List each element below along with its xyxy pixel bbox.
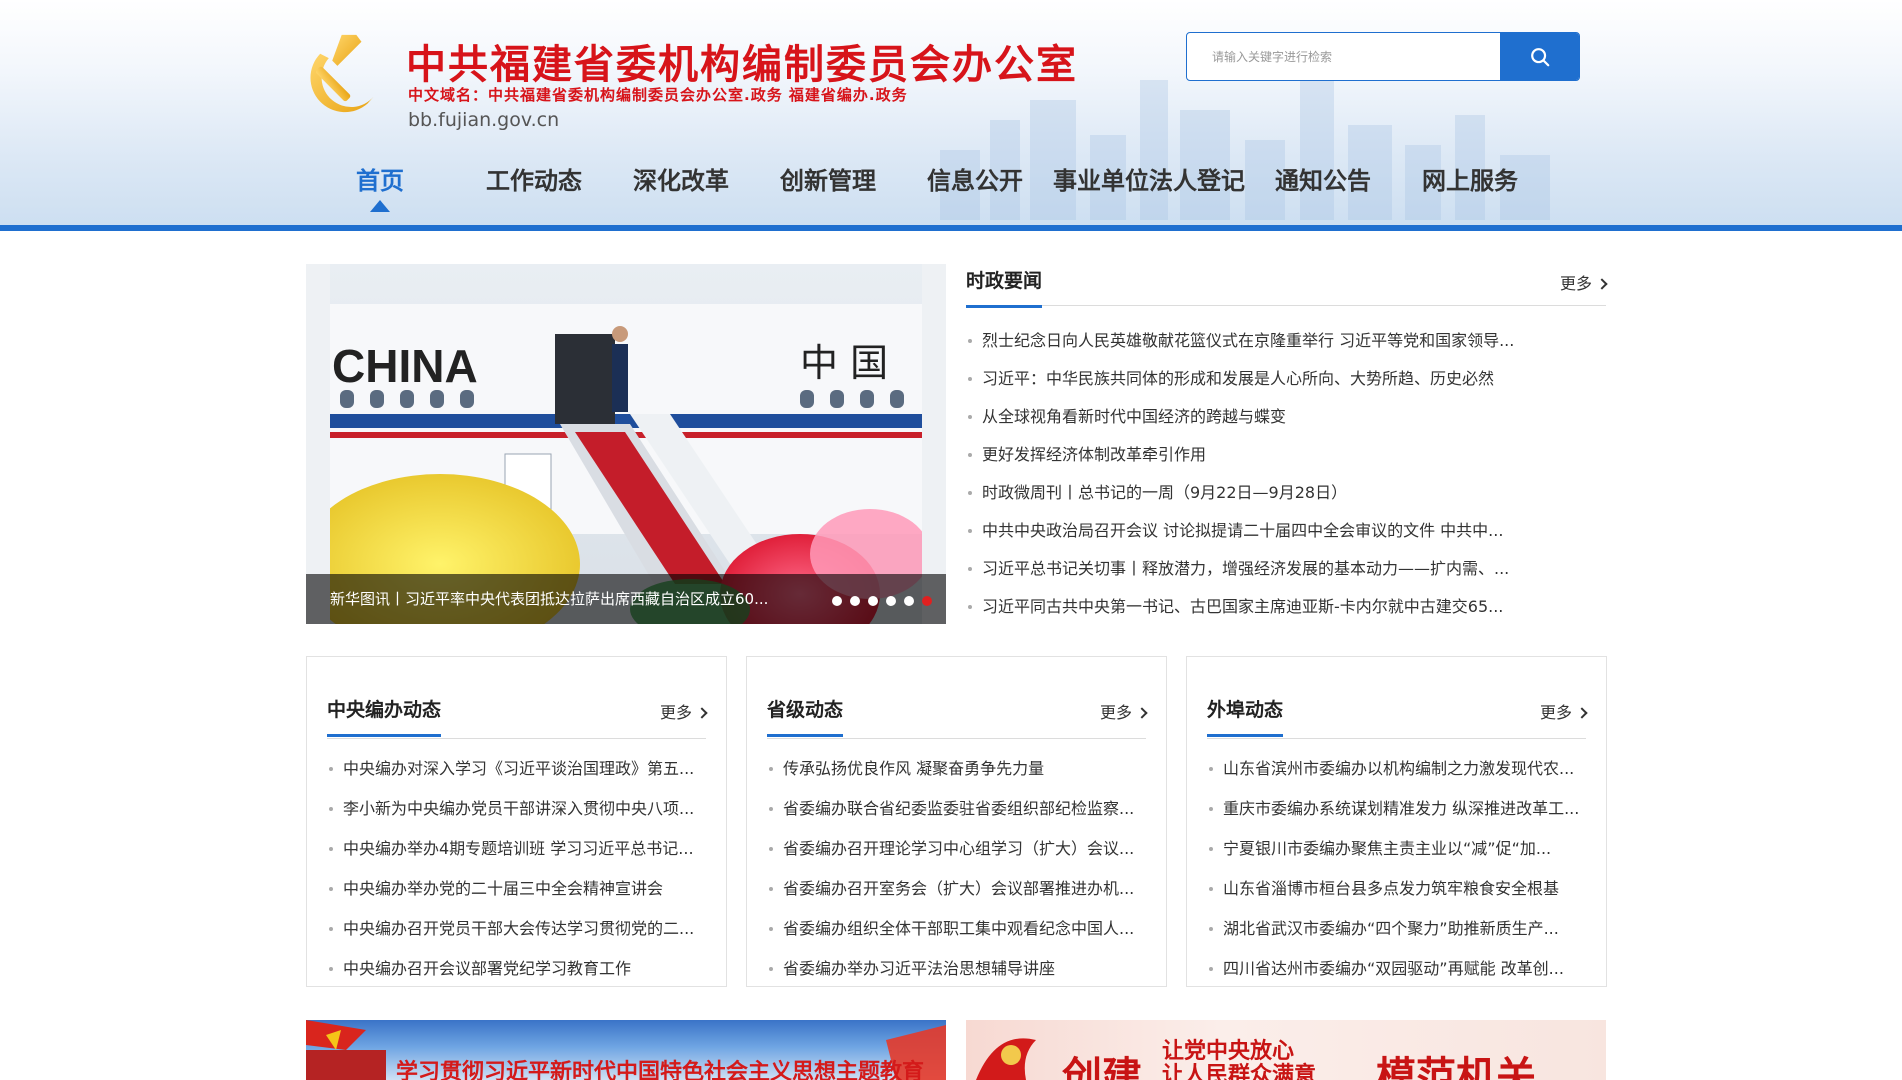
chevron-right-icon bbox=[1136, 707, 1148, 719]
list-item[interactable]: 省委编办组织全体干部职工集中观看纪念中国人... bbox=[767, 909, 1146, 949]
news-list: 烈士纪念日向人民英雄敬献花篮仪式在京隆重举行 习近平等党和国家领导... 习近平… bbox=[966, 322, 1606, 626]
panel-title[interactable]: 省级动态 bbox=[767, 695, 844, 737]
slider-dot[interactable] bbox=[832, 596, 842, 606]
slider-image[interactable]: CHINA 中 国 bbox=[330, 264, 922, 624]
banner-big-text: 创建 bbox=[1062, 1053, 1142, 1080]
more-link[interactable]: 更多 bbox=[659, 699, 708, 723]
nav-item-info-disclosure[interactable]: 信息公开 bbox=[925, 160, 1025, 202]
chevron-right-icon bbox=[1596, 278, 1608, 290]
model-organ-banner[interactable]: 创建 让党中央放心 让人民群众满意 模范机关 bbox=[966, 1020, 1606, 1080]
svg-text:中 国: 中 国 bbox=[800, 341, 888, 385]
list-item[interactable]: 习近平：中华民族共同体的形成和发展是人心所向、大势所趋、历史必然 bbox=[966, 360, 1606, 398]
more-link[interactable]: 更多 bbox=[1559, 270, 1608, 294]
politics-news-panel: 时政要闻 更多 烈士纪念日向人民英雄敬献花篮仪式在京隆重举行 习近平等党和国家领… bbox=[966, 264, 1608, 626]
panel-header: 中央编办动态 更多 bbox=[327, 677, 708, 739]
banner-small-text: 让党中央放心 让人民群众满意 bbox=[1162, 1040, 1316, 1080]
list-item[interactable]: 中央编办召开会议部署党纪学习教育工作 bbox=[327, 949, 706, 989]
airplane-photo: CHINA 中 国 bbox=[330, 264, 922, 624]
site-title[interactable]: 中共福建省委机构编制委员会办公室 bbox=[406, 32, 1078, 90]
slider-dot-active[interactable] bbox=[922, 596, 932, 606]
nav-item-legal-registration[interactable]: 事业单位法人登记 bbox=[1053, 160, 1245, 202]
list-item[interactable]: 宁夏银川市委编办聚焦主责主业以“减”促“加... bbox=[1207, 829, 1586, 869]
svg-text:CHINA: CHINA bbox=[332, 340, 478, 392]
more-label: 更多 bbox=[659, 703, 692, 722]
search-button[interactable] bbox=[1500, 33, 1579, 80]
study-campaign-banner[interactable]: 学习贯彻习近平新时代中国特色社会主义思想主题教育 bbox=[306, 1020, 946, 1080]
chinese-domain-line: 中文域名：中共福建省委机构编制委员会办公室.政务 福建省编办.政务 bbox=[408, 86, 908, 104]
slider-dots bbox=[832, 596, 932, 606]
list-item[interactable]: 传承弘扬优良作风 凝聚奋勇争先力量 bbox=[767, 749, 1146, 789]
external-news-card: 外埠动态 更多 山东省滨州市委编办以机构编制之力激发现代农... 重庆市委编办系… bbox=[1186, 656, 1607, 987]
list-item[interactable]: 习近平同古共中央第一书记、古巴国家主席迪亚斯-卡内尔就中古建交65... bbox=[966, 588, 1606, 626]
active-caret-icon bbox=[370, 200, 390, 212]
panel-header: 省级动态 更多 bbox=[767, 677, 1148, 739]
nav-item-home[interactable]: 首页 bbox=[336, 160, 424, 212]
site-header: 中共福建省委机构编制委员会办公室 中文域名：中共福建省委机构编制委员会办公室.政… bbox=[0, 0, 1902, 231]
more-link[interactable]: 更多 bbox=[1539, 699, 1588, 723]
main-nav: 首页 工作动态 深化改革 创新管理 信息公开 事业单位法人登记 通知公告 网上服… bbox=[336, 160, 1520, 212]
list-item[interactable]: 省委编办召开室务会（扩大）会议部署推进办机... bbox=[767, 869, 1146, 909]
list-item[interactable]: 中央编办举办党的二十届三中全会精神宣讲会 bbox=[327, 869, 706, 909]
list-item[interactable]: 山东省滨州市委编办以机构编制之力激发现代农... bbox=[1207, 749, 1586, 789]
slider-dot[interactable] bbox=[850, 596, 860, 606]
list-item[interactable]: 湖北省武汉市委编办“四个聚力”助推新质生产... bbox=[1207, 909, 1586, 949]
list-item[interactable]: 省委编办举办习近平法治思想辅导讲座 bbox=[767, 949, 1146, 989]
list-item[interactable]: 中共中央政治局召开会议 讨论拟提请二十届四中全会审议的文件 中共中... bbox=[966, 512, 1606, 550]
more-label: 更多 bbox=[1539, 703, 1572, 722]
banner-small-line: 让党中央放心 bbox=[1162, 1039, 1295, 1064]
news-list: 传承弘扬优良作风 凝聚奋勇争先力量 省委编办联合省纪委监委驻省委组织部纪检监察.… bbox=[767, 749, 1146, 989]
news-slider[interactable]: CHINA 中 国 新华图讯丨习近平率中央代表团抵达拉萨出席西藏自治区成立60.… bbox=[306, 264, 946, 624]
chevron-right-icon bbox=[696, 707, 708, 719]
panel-header: 时政要闻 更多 bbox=[966, 264, 1608, 308]
panel-title[interactable]: 外埠动态 bbox=[1207, 695, 1284, 737]
party-emblem-icon bbox=[310, 34, 374, 113]
search-icon bbox=[1530, 47, 1549, 66]
nav-item-innovation[interactable]: 创新管理 bbox=[778, 160, 878, 202]
nav-item-work-news[interactable]: 工作动态 bbox=[484, 160, 584, 202]
search-input[interactable] bbox=[1187, 33, 1500, 80]
list-item[interactable]: 中央编办召开党员干部大会传达学习贯彻党的二... bbox=[327, 909, 706, 949]
more-label: 更多 bbox=[1559, 274, 1592, 293]
nav-item-label: 首页 bbox=[356, 167, 404, 195]
nav-item-online-service[interactable]: 网上服务 bbox=[1420, 160, 1520, 202]
list-item[interactable]: 更好发挥经济体制改革牵引作用 bbox=[966, 436, 1606, 474]
nav-item-notices[interactable]: 通知公告 bbox=[1273, 160, 1373, 202]
central-news-card: 中央编办动态 更多 中央编办对深入学习《习近平谈治国理政》第五... 李小新为中… bbox=[306, 656, 727, 987]
news-list: 中央编办对深入学习《习近平谈治国理政》第五... 李小新为中央编办党员干部讲深入… bbox=[327, 749, 706, 989]
list-item[interactable]: 省委编办联合省纪委监委驻省委组织部纪检监察... bbox=[767, 789, 1146, 829]
banner-small-line: 让人民群众满意 bbox=[1162, 1063, 1317, 1080]
list-item[interactable]: 从全球视角看新时代中国经济的跨越与蝶变 bbox=[966, 398, 1606, 436]
slider-dot[interactable] bbox=[886, 596, 896, 606]
slider-dot[interactable] bbox=[904, 596, 914, 606]
search-box bbox=[1186, 32, 1580, 81]
news-list: 山东省滨州市委编办以机构编制之力激发现代农... 重庆市委编办系统谋划精准发力 … bbox=[1207, 749, 1586, 989]
list-item[interactable]: 时政微周刊丨总书记的一周（9月22日—9月28日） bbox=[966, 474, 1606, 512]
list-item[interactable]: 烈士纪念日向人民英雄敬献花篮仪式在京隆重举行 习近平等党和国家领导... bbox=[966, 322, 1606, 360]
chevron-right-icon bbox=[1576, 707, 1588, 719]
list-item[interactable]: 四川省达州市委编办“双园驱动”再赋能 改革创... bbox=[1207, 949, 1586, 989]
list-item[interactable]: 李小新为中央编办党员干部讲深入贯彻中央八项... bbox=[327, 789, 706, 829]
banner-text: 学习贯彻习近平新时代中国特色社会主义思想主题教育 bbox=[396, 1059, 925, 1080]
nav-item-reform[interactable]: 深化改革 bbox=[631, 160, 731, 202]
provincial-news-card: 省级动态 更多 传承弘扬优良作风 凝聚奋勇争先力量 省委编办联合省纪委监委驻省委… bbox=[746, 656, 1167, 987]
list-item[interactable]: 中央编办举办4期专题培训班 学习习近平总书记... bbox=[327, 829, 706, 869]
banner-big-text: 模范机关 bbox=[1376, 1053, 1536, 1080]
more-label: 更多 bbox=[1099, 703, 1132, 722]
list-item[interactable]: 习近平总书记关切事丨释放潜力，增强经济发展的基本动力——扩内需、... bbox=[966, 550, 1606, 588]
panel-header: 外埠动态 更多 bbox=[1207, 677, 1588, 739]
panel-title[interactable]: 中央编办动态 bbox=[327, 695, 442, 737]
slider-dot[interactable] bbox=[868, 596, 878, 606]
list-item[interactable]: 中央编办对深入学习《习近平谈治国理政》第五... bbox=[327, 749, 706, 789]
site-url: bb.fujian.gov.cn bbox=[408, 109, 560, 131]
list-item[interactable]: 重庆市委编办系统谋划精准发力 纵深推进改革工... bbox=[1207, 789, 1586, 829]
more-link[interactable]: 更多 bbox=[1099, 699, 1148, 723]
list-item[interactable]: 省委编办召开理论学习中心组学习（扩大）会议... bbox=[767, 829, 1146, 869]
panel-title[interactable]: 时政要闻 bbox=[966, 266, 1043, 308]
list-item[interactable]: 山东省淄博市桓台县多点发力筑牢粮食安全根基 bbox=[1207, 869, 1586, 909]
slider-caption-text: 新华图讯丨习近平率中央代表团抵达拉萨出席西藏自治区成立60... bbox=[330, 590, 769, 608]
